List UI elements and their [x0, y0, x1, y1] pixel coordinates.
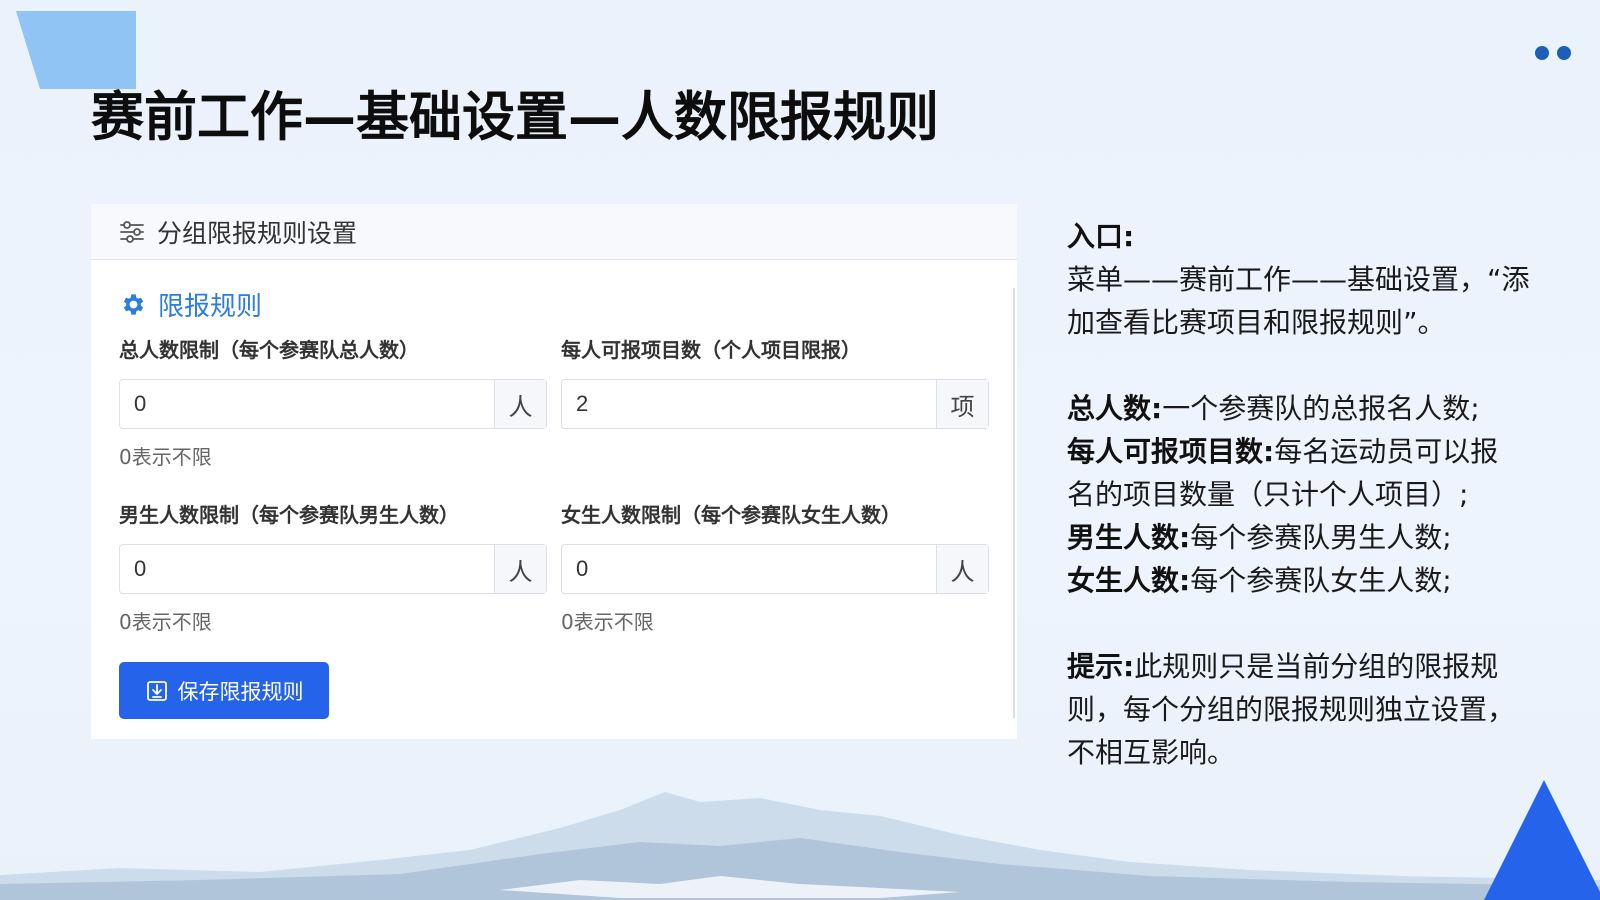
per-person-limit-input-group: 2 项	[561, 379, 989, 429]
note-tip-text-2: 则，每个分组的限报规则独立设置，	[1067, 693, 1516, 726]
note-tip-text-1: 此规则只是当前分组的限报规	[1134, 650, 1499, 683]
note-male: 男生人数:每个参赛队男生人数;	[1067, 516, 1567, 559]
entry-text-line-1: 菜单——赛前工作——基础设置，“添	[1067, 263, 1530, 296]
per-person-limit-label: 每人可报项目数（个人项目限报）	[561, 338, 861, 362]
sliders-icon	[120, 220, 144, 243]
panel-header: 分组限报规则设置	[91, 204, 1017, 260]
per-person-limit-input[interactable]: 2	[562, 380, 936, 428]
male-limit-input[interactable]: 0	[120, 545, 494, 593]
panel-scrollbar[interactable]	[1013, 288, 1015, 718]
total-limit-label: 总人数限制（每个参赛队总人数）	[119, 338, 419, 362]
female-limit-input-group: 0 人	[561, 544, 989, 594]
decor-dot	[1557, 46, 1571, 60]
gear-icon	[123, 294, 144, 315]
note-tip-label: 提示:	[1067, 650, 1135, 683]
total-limit-unit: 人	[494, 380, 546, 428]
decor-dot	[1535, 46, 1549, 60]
note-female-label: 女生人数:	[1067, 564, 1191, 597]
note-tip: 提示:此规则只是当前分组的限报规	[1067, 645, 1567, 688]
total-limit-input[interactable]: 0	[120, 380, 494, 428]
male-limit-unit: 人	[494, 545, 546, 593]
note-female-text: 每个参赛队女生人数;	[1190, 564, 1452, 597]
female-limit-unit: 人	[936, 545, 988, 593]
note-male-text: 每个参赛队男生人数;	[1190, 521, 1452, 554]
male-limit-label: 男生人数限制（每个参赛队男生人数）	[119, 503, 459, 527]
notes-panel: 入口: 菜单——赛前工作——基础设置，“添 加查看比赛项目和限报规则”。 总人数…	[1067, 215, 1567, 774]
note-female: 女生人数:每个参赛队女生人数;	[1067, 559, 1567, 602]
male-limit-hint: 0表示不限	[119, 610, 212, 634]
male-limit-input-group: 0 人	[119, 544, 547, 594]
section-title-label: 限报规则	[158, 292, 263, 322]
section-title: 限报规则	[119, 286, 262, 323]
total-limit-hint: 0表示不限	[119, 445, 212, 469]
save-rules-button[interactable]: 保存限报规则	[119, 662, 329, 719]
panel-header-title: 分组限报规则设置	[157, 218, 358, 248]
male-limit-field: 男生人数限制（每个参赛队男生人数） 0 人 0表示不限	[119, 499, 547, 635]
total-limit-input-group: 0 人	[119, 379, 547, 429]
female-limit-field: 女生人数限制（每个参赛队女生人数） 0 人 0表示不限	[561, 499, 989, 635]
total-limit-field: 总人数限制（每个参赛队总人数） 0 人 0表示不限	[119, 334, 547, 470]
note-total: 总人数:一个参赛队的总报名人数;	[1067, 387, 1567, 430]
female-limit-label: 女生人数限制（每个参赛队女生人数）	[561, 503, 901, 527]
note-per-person-text-1: 每名运动员可以报	[1274, 435, 1499, 468]
note-per-person: 每人可报项目数:每名运动员可以报	[1067, 430, 1567, 473]
save-icon	[146, 680, 167, 701]
note-total-label: 总人数:	[1067, 392, 1163, 425]
entry-text-line-2: 加查看比赛项目和限报规则”。	[1067, 306, 1446, 339]
entry-title: 入口:	[1067, 220, 1135, 253]
note-tip-text-3: 不相互影响。	[1067, 736, 1236, 769]
note-per-person-label: 每人可报项目数:	[1067, 435, 1275, 468]
note-male-label: 男生人数:	[1067, 521, 1191, 554]
note-per-person-text-2: 名的项目数量（只计个人项目）;	[1067, 478, 1469, 511]
decor-dots	[1535, 46, 1571, 60]
page-title: 赛前工作—基础设置—人数限报规则	[91, 87, 939, 148]
female-limit-hint: 0表示不限	[561, 610, 654, 634]
limit-rules-panel: 分组限报规则设置 限报规则 总人数限制（每个参赛队总人数） 0 人 0表示不限 …	[91, 204, 1017, 739]
mountain-background	[0, 792, 1600, 900]
per-person-limit-unit: 项	[936, 380, 988, 428]
save-button-label: 保存限报规则	[177, 679, 304, 704]
per-person-limit-field: 每人可报项目数（个人项目限报） 2 项	[561, 334, 989, 429]
female-limit-input[interactable]: 0	[562, 545, 936, 593]
note-total-text: 一个参赛队的总报名人数;	[1162, 392, 1480, 425]
